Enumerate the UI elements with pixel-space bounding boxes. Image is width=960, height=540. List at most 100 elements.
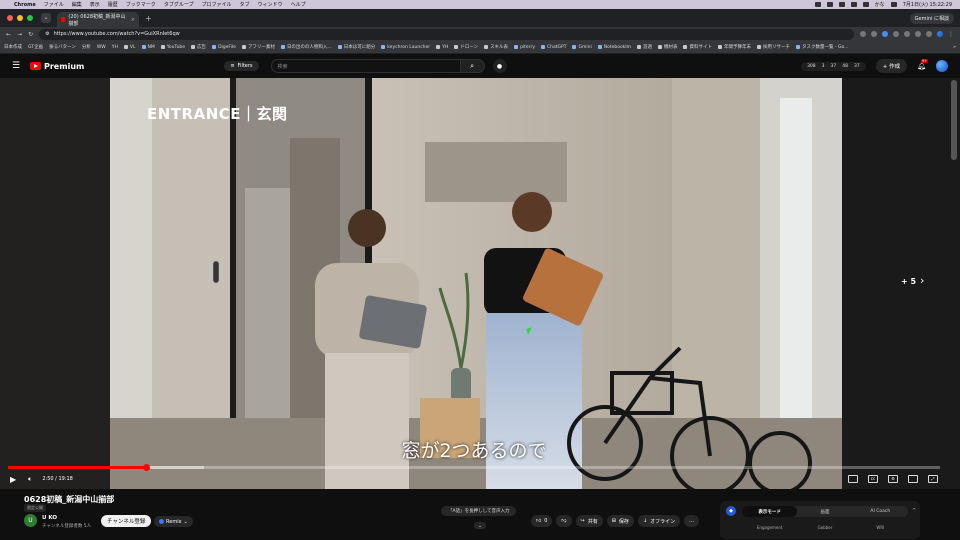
battery-icon[interactable] — [850, 2, 857, 7]
menu-bookmarks[interactable]: ブックマーク — [126, 1, 156, 8]
bookmark-folder[interactable]: アフリー素材 — [241, 44, 275, 50]
video-player[interactable]: ENTRANCE｜玄関 + 5 › 窓が2つあるので ▶ 🔈︎ 2:50 / 1… — [0, 78, 948, 489]
chevron-up-icon[interactable]: ^ — [912, 508, 916, 514]
bookmark-item[interactable]: GT企画 — [28, 44, 43, 50]
tab-search-icon[interactable]: ⌄ — [41, 13, 51, 23]
save-button[interactable]: ⊞ 保存 — [606, 515, 634, 527]
channel-name[interactable]: U KO — [42, 515, 57, 521]
bookmark-folder[interactable]: VL — [123, 45, 136, 50]
profile-avatar[interactable] — [937, 31, 943, 37]
bookmark-item[interactable]: ChatGPT — [541, 45, 566, 50]
filters-button[interactable]: ≡ Filters — [224, 61, 259, 71]
remix-button[interactable]: Remix ⌄ — [154, 516, 193, 527]
bookmark-folder[interactable]: スキル表 — [484, 44, 508, 50]
bookmark-item[interactable]: piterry — [514, 45, 535, 50]
chrome-menu-icon[interactable]: ⋮ — [948, 31, 954, 38]
bookmark-item[interactable]: YH — [112, 45, 118, 50]
bookmark-folder[interactable]: 資料サイト — [683, 44, 712, 50]
search-button[interactable]: ⌕ — [460, 59, 485, 73]
bookmark-folder[interactable]: 首週 — [636, 44, 652, 50]
extension-stats[interactable]: 308 3 37 48 37 — [801, 61, 866, 71]
bookmark-folder[interactable]: YouTube — [160, 45, 185, 50]
bookmark-folder[interactable]: YH — [436, 45, 448, 50]
bookmark-folder[interactable]: 採用リサーチ — [756, 44, 790, 50]
bookmark-item[interactable]: タスク数量一覧 - Go... — [795, 44, 848, 50]
chevron-right-icon[interactable]: › — [920, 274, 924, 287]
bookmark-item[interactable]: keychron Launcher — [381, 45, 430, 50]
menu-window[interactable]: ウィンドウ — [258, 1, 283, 8]
voice-input-hint[interactable]: 「A話」を長押しして音声入力 — [441, 506, 517, 516]
menu-edit[interactable]: 編集 — [72, 1, 82, 8]
subtitles-icon[interactable]: cc — [868, 475, 878, 483]
reload-icon[interactable]: ↻ — [28, 31, 33, 38]
extension-icon[interactable] — [882, 31, 888, 37]
input-method[interactable]: かな — [875, 1, 885, 8]
menu-history[interactable]: 履歴 — [108, 1, 118, 8]
bookmark-item[interactable]: 分析 — [82, 44, 91, 50]
theater-mode-icon[interactable] — [908, 475, 918, 483]
page-scrollbar[interactable] — [948, 78, 960, 489]
progress-scrubber[interactable] — [142, 464, 150, 471]
scrollbar-thumb[interactable] — [951, 80, 957, 160]
tab-close-icon[interactable]: × — [131, 17, 135, 23]
chevron-down-icon[interactable]: ⌄ — [474, 522, 486, 529]
create-button[interactable]: + 作成 — [875, 59, 908, 73]
menubar-clock[interactable]: 7月1日(火) 15:22:29 — [903, 1, 952, 8]
tray-icon[interactable] — [838, 2, 845, 7]
extension-icon[interactable] — [904, 31, 910, 37]
account-avatar[interactable] — [936, 60, 948, 72]
settings-icon[interactable]: ⚙ — [888, 475, 898, 483]
menu-app[interactable]: Chrome — [14, 2, 36, 8]
channel-avatar[interactable]: U — [24, 514, 37, 527]
tab-screen[interactable]: 画面 — [797, 506, 852, 517]
progress-bar[interactable] — [8, 464, 940, 471]
wifi-icon[interactable] — [862, 2, 869, 7]
bookmark-item[interactable]: Gmini — [572, 45, 592, 50]
subscribe-button[interactable]: チャンネル登録 — [101, 515, 152, 527]
browser-tab-active[interactable]: (20) 0628初稿_新潟中山揃部 × — [57, 12, 139, 27]
extension-icon[interactable] — [893, 31, 899, 37]
menu-profiles[interactable]: プロファイル — [202, 1, 232, 8]
tray-icon[interactable] — [826, 2, 833, 7]
tray-icon[interactable] — [814, 2, 821, 7]
search-input[interactable]: 検索 — [270, 59, 461, 73]
bookmark-item[interactable]: 日の出のの人物和入... — [280, 44, 332, 50]
notifications-button[interactable]: 🔔︎ 9+ — [917, 59, 929, 70]
bookmark-item[interactable]: 日本は可に組分 — [337, 44, 375, 50]
bookmark-item[interactable]: 日本作成 — [4, 44, 22, 50]
voice-search-button[interactable]: ● — [492, 59, 507, 73]
dislike-button[interactable]: 👎︎ — [556, 515, 572, 527]
cast-icon[interactable] — [860, 31, 866, 37]
bookmark-folder[interactable]: 機材表 — [657, 44, 677, 50]
share-button[interactable]: ↪ 共有 — [575, 515, 603, 527]
new-tab-icon[interactable]: + — [145, 14, 152, 23]
offline-button[interactable]: ↓ オフライン — [637, 515, 681, 527]
bookmark-item[interactable]: 振るバターン — [49, 44, 76, 50]
like-button[interactable]: 👍︎ 0 — [531, 515, 553, 527]
extensions-puzzle-icon[interactable] — [915, 31, 921, 37]
bookmarks-overflow-icon[interactable]: » — [953, 45, 956, 50]
guide-menu-icon[interactable]: ☰ — [12, 61, 30, 71]
fullscreen-icon[interactable]: ⤢ — [928, 475, 938, 483]
bookmark-folder[interactable]: ドローン — [454, 44, 478, 50]
miniplayer-icon[interactable] — [848, 475, 858, 483]
control-center-icon[interactable] — [890, 2, 897, 7]
sidebar-icon[interactable] — [926, 31, 932, 37]
menu-view[interactable]: 表示 — [90, 1, 100, 8]
tab-display-mode[interactable]: 表示モード — [742, 506, 798, 517]
back-icon[interactable]: ← — [6, 31, 11, 38]
site-info-icon[interactable]: ⚙ — [45, 31, 49, 37]
youtube-logo[interactable]: Premium — [30, 62, 84, 71]
menu-file[interactable]: ファイル — [44, 1, 64, 8]
panel-logo-icon[interactable]: ◆ — [726, 506, 736, 516]
bookmark-item[interactable]: Notebooklm — [597, 45, 631, 50]
menu-tabgroups[interactable]: タブグループ — [164, 1, 194, 8]
volume-icon[interactable]: 🔈︎ — [28, 475, 32, 484]
zoom-window-icon[interactable] — [27, 15, 33, 21]
menu-tab[interactable]: タブ — [240, 1, 250, 8]
play-icon[interactable]: ▶ — [10, 475, 16, 484]
bookmark-item[interactable]: DigeFile — [212, 45, 236, 50]
tab-ai-coach[interactable]: AI Coach — [853, 506, 908, 517]
address-bar[interactable]: ⚙ https://www.youtube.com/watch?v=GuiXRn… — [39, 28, 854, 40]
minimize-window-icon[interactable] — [17, 15, 23, 21]
